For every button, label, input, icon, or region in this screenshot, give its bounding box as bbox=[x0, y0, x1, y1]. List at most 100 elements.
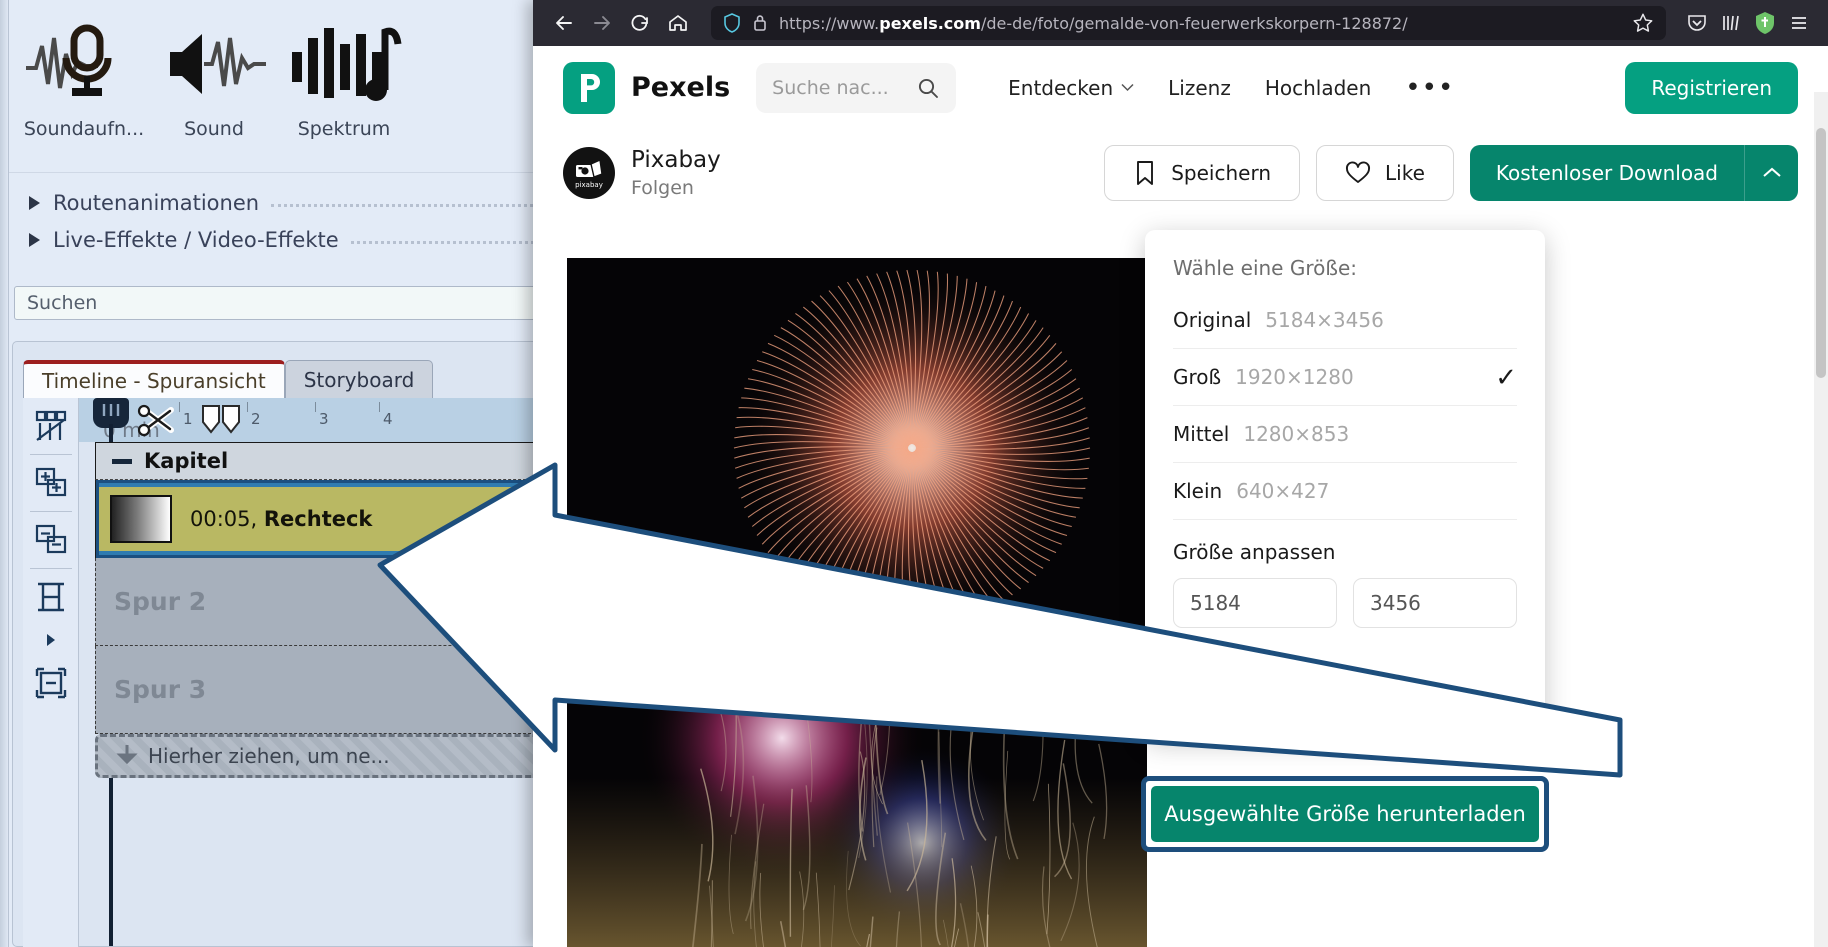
gallery-item-label: Sound bbox=[149, 118, 279, 140]
url-path: /de-de/foto/gemalde-von-feuerwerkskorper… bbox=[981, 14, 1408, 33]
shield-icon[interactable] bbox=[723, 13, 741, 33]
pexels-search-input[interactable]: Suche nac... bbox=[756, 63, 956, 113]
save-button[interactable]: Speichern bbox=[1104, 145, 1300, 201]
search-placeholder: Suche nac... bbox=[772, 77, 889, 99]
size-dimensions: 5184×3456 bbox=[1265, 308, 1384, 332]
save-label: Speichern bbox=[1171, 161, 1271, 185]
size-dropdown-menu: Wähle eine Größe: Original 5184×3456 Gro… bbox=[1145, 230, 1545, 738]
add-track-icon[interactable] bbox=[23, 455, 79, 511]
size-option-mittel[interactable]: Mittel 1280×853 bbox=[1173, 406, 1517, 463]
pexels-logo-icon[interactable] bbox=[563, 62, 615, 114]
photo-preview[interactable] bbox=[567, 258, 1147, 947]
custom-height-input[interactable]: 3456 bbox=[1353, 578, 1517, 628]
tree-item-live-effekte[interactable]: Live-Effekte / Video-Effekte bbox=[9, 221, 540, 258]
new-track-drop-zone[interactable]: Hierher ziehen, um ne... bbox=[95, 734, 539, 778]
web-page: Pexels Suche nac... Entdecken Lizenz Hoc… bbox=[533, 46, 1828, 947]
search-icon[interactable] bbox=[916, 76, 940, 100]
browser-toolbar: https://www.pexels.com/de-de/foto/gemald… bbox=[533, 0, 1828, 46]
pocket-icon[interactable] bbox=[1680, 6, 1714, 40]
tab-storyboard[interactable]: Storyboard bbox=[285, 360, 434, 398]
nav-more-button[interactable]: ••• bbox=[1405, 73, 1454, 103]
browser-window: https://www.pexels.com/de-de/foto/gemald… bbox=[533, 0, 1828, 947]
timeline-panel: Timeline - Spuransicht Storyboard 1 2 3 … bbox=[12, 341, 540, 947]
heart-icon bbox=[1345, 161, 1371, 185]
dotted-leader bbox=[271, 204, 540, 207]
reload-icon[interactable] bbox=[621, 6, 659, 40]
size-option-klein[interactable]: Klein 640×427 bbox=[1173, 463, 1517, 520]
tree-item-routenanimationen[interactable]: Routenanimationen bbox=[9, 184, 540, 221]
chapter-label: Kapitel bbox=[144, 449, 228, 473]
gallery-item-label: Soundaufn... bbox=[19, 118, 149, 140]
size-option-gross[interactable]: Groß 1920×1280 ✓ bbox=[1173, 349, 1517, 406]
brand-name: Pexels bbox=[631, 72, 730, 103]
remove-track-icon[interactable] bbox=[23, 512, 79, 568]
chevron-down-icon bbox=[1121, 83, 1134, 92]
camera-icon bbox=[574, 158, 604, 180]
video-editor-app: Soundaufn... Sound Spektrum Routenanimat… bbox=[0, 0, 540, 947]
size-menu-title: Wähle eine Größe: bbox=[1173, 256, 1517, 280]
lock-icon[interactable] bbox=[752, 13, 768, 33]
clip-duration: 00:05, bbox=[190, 507, 257, 531]
star-icon[interactable] bbox=[1632, 12, 1654, 34]
dotted-leader bbox=[351, 241, 540, 244]
register-label: Registrieren bbox=[1651, 76, 1772, 100]
track-row-spur-2[interactable]: Spur 2 bbox=[95, 558, 539, 646]
gallery-item-spektrum[interactable]: Spektrum bbox=[279, 8, 409, 168]
forward-arrow-icon[interactable] bbox=[583, 6, 621, 40]
track-row-1[interactable]: 00:05, Rechteck bbox=[95, 480, 539, 558]
proton-vpn-icon[interactable] bbox=[1748, 6, 1782, 40]
tree-item-label: Live-Effekte / Video-Effekte bbox=[53, 228, 339, 252]
editor-search-placeholder: Suchen bbox=[27, 292, 97, 314]
nav-item-hochladen[interactable]: Hochladen bbox=[1265, 76, 1371, 100]
size-name: Original bbox=[1173, 308, 1251, 332]
chevron-up-icon[interactable] bbox=[1744, 145, 1798, 201]
author-follow-link[interactable]: Folgen bbox=[631, 177, 721, 199]
url-bar[interactable]: https://www.pexels.com/de-de/foto/gemald… bbox=[711, 6, 1666, 40]
register-button[interactable]: Registrieren bbox=[1625, 62, 1798, 114]
fit-height-icon[interactable] bbox=[23, 569, 79, 625]
avatar[interactable]: pixabay bbox=[563, 147, 615, 199]
split-marker-icon[interactable] bbox=[199, 404, 245, 441]
page-scrollbar[interactable] bbox=[1814, 92, 1828, 947]
track-row-spur-3[interactable]: Spur 3 bbox=[95, 646, 539, 734]
drop-zone-label: Hierher ziehen, um ne... bbox=[148, 744, 390, 768]
clip-name: Rechteck bbox=[264, 507, 373, 531]
nav-item-label: Entdecken bbox=[1008, 76, 1113, 100]
size-dimensions: 640×427 bbox=[1236, 479, 1329, 503]
timeline-tabs: Timeline - Spuransicht Storyboard bbox=[23, 360, 433, 398]
back-arrow-icon[interactable] bbox=[545, 6, 583, 40]
home-icon[interactable] bbox=[659, 6, 697, 40]
nav-item-lizenz[interactable]: Lizenz bbox=[1168, 76, 1231, 100]
clip-thumbnail bbox=[110, 495, 172, 543]
library-icon[interactable] bbox=[1714, 6, 1748, 40]
url-domain: pexels.com bbox=[879, 14, 981, 33]
like-button[interactable]: Like bbox=[1316, 145, 1454, 201]
url-prefix: https://www. bbox=[779, 14, 879, 33]
tab-timeline-spuransicht[interactable]: Timeline - Spuransicht bbox=[23, 360, 285, 398]
track-group-icon[interactable] bbox=[23, 398, 79, 454]
size-option-original[interactable]: Original 5184×3456 bbox=[1173, 292, 1517, 349]
size-name: Mittel bbox=[1173, 422, 1229, 446]
pexels-header: Pexels Suche nac... Entdecken Lizenz Hoc… bbox=[533, 46, 1828, 129]
download-selected-size-button[interactable]: Ausgewählte Größe herunterladen bbox=[1151, 786, 1539, 842]
expand-arrow-icon[interactable] bbox=[23, 625, 79, 655]
timeline-ruler[interactable]: 1 2 3 4 0 min bbox=[79, 398, 539, 442]
fit-all-icon[interactable] bbox=[23, 655, 79, 711]
scissors-icon[interactable] bbox=[135, 400, 183, 445]
clip-rechteck[interactable]: 00:05, Rechteck bbox=[96, 487, 539, 551]
scrollbar-thumb[interactable] bbox=[1816, 128, 1826, 378]
nav-item-label: Lizenz bbox=[1168, 76, 1231, 100]
custom-width-input[interactable]: 5184 bbox=[1173, 578, 1337, 628]
hamburger-menu-icon[interactable] bbox=[1782, 6, 1816, 40]
gallery-item-sound[interactable]: Sound bbox=[149, 8, 279, 168]
triangle-right-icon[interactable] bbox=[29, 196, 40, 210]
nav-item-entdecken[interactable]: Entdecken bbox=[1008, 76, 1134, 100]
editor-search-input[interactable]: Suchen bbox=[14, 286, 540, 320]
triangle-right-icon[interactable] bbox=[29, 233, 40, 247]
track-label: Spur 2 bbox=[114, 587, 206, 616]
gallery-item-soundaufnahme[interactable]: Soundaufn... bbox=[19, 8, 149, 168]
minus-icon[interactable] bbox=[112, 459, 132, 464]
ruler-tick-label: 1 bbox=[183, 410, 193, 428]
chapter-row[interactable]: Kapitel bbox=[95, 442, 539, 480]
free-download-button[interactable]: Kostenloser Download bbox=[1470, 145, 1798, 201]
